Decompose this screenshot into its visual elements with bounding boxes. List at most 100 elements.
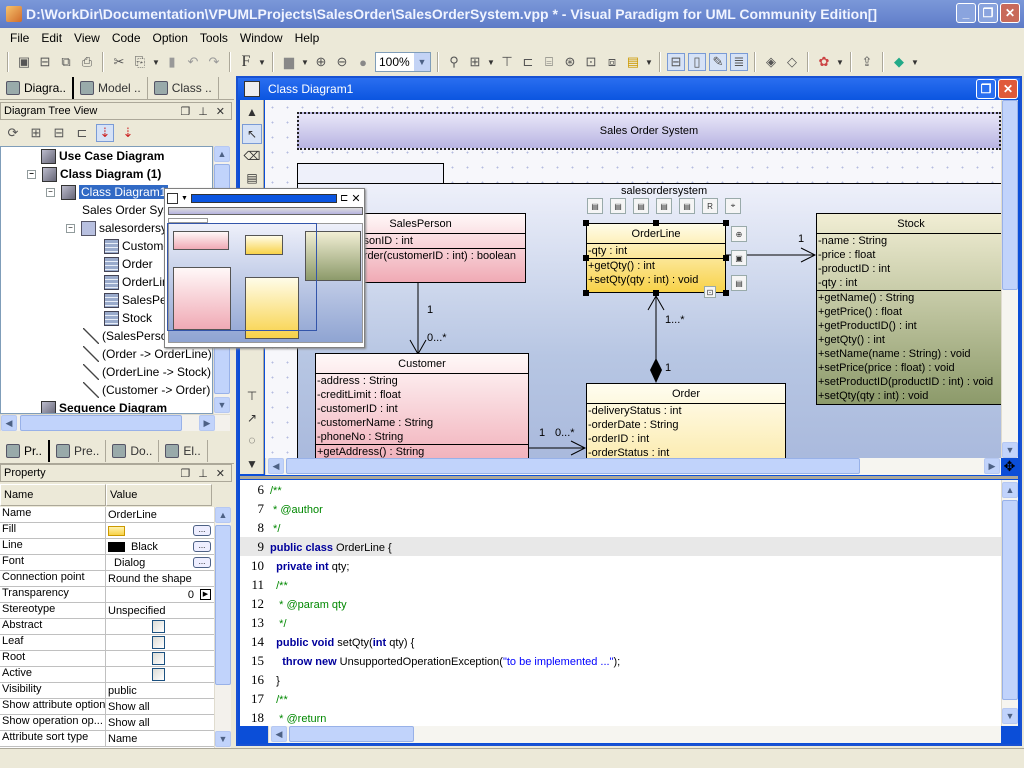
property-row[interactable]: Stereotype Unspecified: [0, 603, 214, 619]
property-value[interactable]: OrderLine: [106, 507, 214, 522]
sort-type-icon[interactable]: ⇣: [119, 124, 137, 142]
code-line[interactable]: 14 public void setQty(int qty) {: [240, 632, 1002, 651]
aggregation-resource-icon[interactable]: ▤: [610, 198, 626, 214]
selector-tool-icon[interactable]: ↖: [242, 124, 262, 144]
copy-icon[interactable]: ⎘: [131, 53, 149, 71]
note-link-resource-icon[interactable]: ⌖: [725, 198, 741, 214]
scroll-up-icon[interactable]: ▲: [215, 507, 231, 523]
fill-color-icon[interactable]: ▆: [280, 53, 298, 71]
overview-viewport[interactable]: [167, 223, 317, 331]
scroll-up-icon[interactable]: ▲: [1002, 482, 1018, 498]
property-value[interactable]: Show all: [106, 715, 214, 730]
column-header-value[interactable]: Value: [106, 484, 212, 506]
tree-item[interactable]: Order: [104, 255, 153, 273]
layout-tree-icon[interactable]: ⊤: [498, 53, 516, 71]
collapse-toggle-icon[interactable]: −: [66, 223, 75, 233]
paste-icon[interactable]: ▮: [163, 53, 181, 71]
tab-documentation[interactable]: Do..: [106, 439, 160, 462]
float-icon[interactable]: ❐: [180, 105, 190, 118]
property-row[interactable]: Fill...: [0, 523, 214, 539]
close-icon[interactable]: ✕: [216, 467, 225, 480]
diagram-canvas[interactable]: Sales Order System salesordersystem 1 0.…: [265, 100, 1001, 458]
close-button[interactable]: ✕: [1000, 3, 1020, 23]
export-icon[interactable]: ⇪: [858, 53, 876, 71]
code-horizontal-scrollbar[interactable]: ◀: [268, 726, 1001, 743]
scroll-right-icon[interactable]: ▶: [199, 415, 215, 431]
fill-dropdown-icon[interactable]: ▼: [301, 58, 309, 67]
scroll-down-icon[interactable]: ▼: [1002, 442, 1018, 458]
tree-item[interactable]: Sequence Diagram: [41, 399, 167, 413]
pan-icon[interactable]: ✥: [1001, 458, 1018, 475]
tree-horizontal-scrollbar[interactable]: ◀ ▶: [0, 414, 230, 431]
open-project-icon[interactable]: ⊟: [36, 53, 54, 71]
collapse-toggle-icon[interactable]: −: [27, 169, 36, 179]
property-value[interactable]: Dialog...: [106, 555, 214, 570]
code-line[interactable]: 15 throw new UnsupportedOperationExcepti…: [240, 651, 1002, 670]
code-line[interactable]: 16 }: [240, 670, 1002, 689]
close-icon[interactable]: ✕: [216, 105, 225, 118]
generalization-resource-icon[interactable]: ▤: [587, 198, 603, 214]
print-icon[interactable]: ⎙: [78, 53, 96, 71]
minimize-button[interactable]: _: [956, 3, 976, 23]
auto-fit-icon[interactable]: ⊡: [704, 286, 716, 298]
property-row[interactable]: Abstract: [0, 619, 214, 635]
scroll-thumb[interactable]: [1002, 500, 1018, 700]
note-tool-icon[interactable]: ▤: [242, 168, 262, 188]
property-vertical-scrollbar[interactable]: ▲ ▼: [214, 507, 231, 748]
code-line[interactable]: 12 * @param qty: [240, 594, 1002, 613]
property-value[interactable]: 0 ▶: [106, 587, 214, 602]
scroll-down-icon[interactable]: ▼: [1002, 708, 1018, 724]
property-row[interactable]: Visibility public: [0, 683, 214, 699]
close-diagram-button[interactable]: ✕: [998, 79, 1018, 99]
menu-view[interactable]: View: [68, 31, 106, 45]
resize-handle[interactable]: [653, 220, 659, 226]
collapse-icon[interactable]: ⊟: [50, 124, 68, 142]
font-button[interactable]: F: [237, 53, 255, 71]
add-attribute-resource-icon[interactable]: ⊕: [731, 226, 747, 242]
cut-icon[interactable]: ✂: [110, 53, 128, 71]
property-row[interactable]: Active: [0, 667, 214, 683]
layout-db-icon[interactable]: ⌸: [540, 53, 558, 71]
class-stock[interactable]: Stock -name : String -price : float -produ…: [816, 213, 1001, 405]
code-line[interactable]: 11 /**: [240, 575, 1002, 594]
diagram-tree-toggle-icon[interactable]: ⊟: [667, 53, 685, 71]
property-row[interactable]: Line Black...: [0, 539, 214, 555]
canvas-vertical-scrollbar[interactable]: ▼: [1001, 100, 1018, 458]
tab-diagram-navigator[interactable]: Diagra..: [0, 76, 75, 99]
save-project-icon[interactable]: ⧉: [57, 53, 75, 71]
scroll-thumb[interactable]: [215, 525, 231, 685]
scroll-right-icon[interactable]: ▶: [984, 458, 1000, 474]
resize-handle[interactable]: [583, 255, 589, 261]
plugin-dropdown-icon[interactable]: ▼: [911, 58, 919, 67]
float-icon[interactable]: ❐: [180, 467, 190, 480]
property-value[interactable]: Unspecified: [106, 603, 214, 618]
property-row[interactable]: Connection point Round the shape: [0, 571, 214, 587]
pin-icon[interactable]: ⊥: [198, 467, 208, 480]
tab-model-tree[interactable]: Model ..: [74, 76, 148, 99]
code-lines[interactable]: 6/** 7 * @author 8 */9 public class OrderLi…: [240, 480, 1002, 726]
redo-icon[interactable]: ↷: [205, 53, 223, 71]
scroll-thumb[interactable]: [286, 458, 860, 474]
tree-item[interactable]: (OrderLine -> Stock): [83, 363, 211, 381]
resize-handle[interactable]: [583, 290, 589, 296]
palette-scroll-down-icon[interactable]: ▼: [242, 454, 262, 474]
scroll-thumb[interactable]: [20, 415, 182, 431]
zoom-select[interactable]: 100% ▼: [375, 52, 431, 72]
zoom-out-icon[interactable]: ⊖: [333, 53, 351, 71]
plugin-icon[interactable]: ◆: [890, 53, 908, 71]
scroll-up-icon[interactable]: ▲: [214, 146, 230, 162]
resize-handle[interactable]: [583, 220, 589, 226]
resize-handle[interactable]: [723, 290, 729, 296]
realization-resource-icon[interactable]: R: [702, 198, 718, 214]
ellipsis-button[interactable]: ...: [193, 541, 211, 552]
layout-orthogonal-icon[interactable]: ⊏: [519, 53, 537, 71]
overview-zoom-bar[interactable]: [190, 193, 337, 203]
freehand-tool-icon[interactable]: ◌: [242, 430, 262, 450]
menu-window[interactable]: Window: [234, 31, 289, 45]
layout-circular-icon[interactable]: ⊡: [582, 53, 600, 71]
font-dropdown-icon[interactable]: ▼: [258, 58, 266, 67]
scroll-left-icon[interactable]: ◀: [268, 458, 284, 474]
canvas-horizontal-scrollbar[interactable]: ◀ ▶: [265, 458, 1001, 475]
undo-icon[interactable]: ↶: [184, 53, 202, 71]
property-row[interactable]: Font Dialog...: [0, 555, 214, 571]
